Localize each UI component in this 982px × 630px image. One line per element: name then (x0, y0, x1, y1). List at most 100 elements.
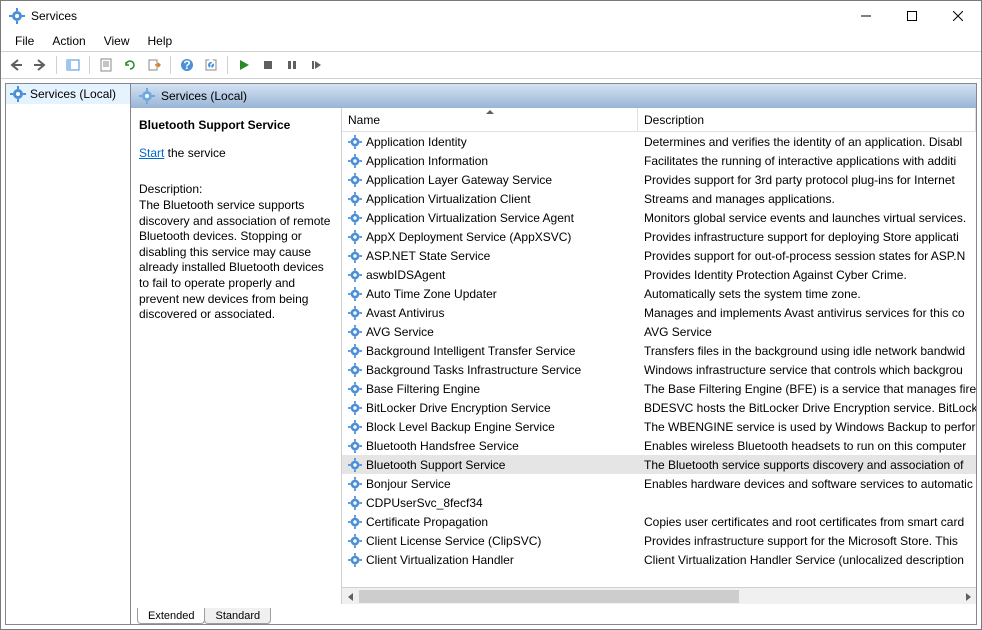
service-name-cell: Client Virtualization Handler (342, 553, 638, 567)
service-row[interactable]: Base Filtering EngineThe Base Filtering … (342, 379, 976, 398)
menu-view[interactable]: View (96, 32, 138, 50)
maximize-button[interactable] (889, 1, 935, 31)
service-row[interactable]: Block Level Backup Engine ServiceThe WBE… (342, 417, 976, 436)
description-text: The Bluetooth service supports discovery… (139, 198, 333, 323)
scroll-right-button[interactable] (959, 588, 976, 604)
service-row[interactable]: AVG ServiceAVG Service (342, 322, 976, 341)
service-row[interactable]: Certificate PropagationCopies user certi… (342, 512, 976, 531)
service-list: Name Description Application IdentityDet… (341, 108, 976, 604)
service-desc-cell: Facilitates the running of interactive a… (638, 154, 976, 168)
scroll-thumb[interactable] (359, 590, 739, 603)
service-name-cell: Bonjour Service (342, 477, 638, 491)
horizontal-scrollbar[interactable] (342, 587, 976, 604)
export-list-button[interactable] (143, 54, 165, 76)
service-desc-cell: Streams and manages applications. (638, 192, 976, 206)
service-name-cell: Base Filtering Engine (342, 382, 638, 396)
service-name-cell: Application Identity (342, 135, 638, 149)
service-row[interactable]: Bluetooth Support ServiceThe Bluetooth s… (342, 455, 976, 474)
start-service-link[interactable]: Start (139, 146, 164, 160)
service-name-cell: Bluetooth Handsfree Service (342, 439, 638, 453)
service-desc-cell: Monitors global service events and launc… (638, 211, 976, 225)
detail-pane: Bluetooth Support Service Start the serv… (131, 108, 341, 604)
service-row[interactable]: Avast AntivirusManages and implements Av… (342, 303, 976, 322)
service-name-cell: Block Level Backup Engine Service (342, 420, 638, 434)
service-name-cell: aswbIDSAgent (342, 268, 638, 282)
tab-extended[interactable]: Extended (137, 608, 205, 624)
menubar: File Action View Help (1, 31, 981, 51)
minimize-button[interactable] (843, 1, 889, 31)
start-service-rest: the service (164, 146, 225, 160)
start-service-line: Start the service (139, 146, 333, 160)
nav-label: Services (Local) (30, 87, 116, 101)
menu-file[interactable]: File (7, 32, 42, 50)
column-description[interactable]: Description (638, 108, 976, 131)
service-row[interactable]: Bluetooth Handsfree ServiceEnables wirel… (342, 436, 976, 455)
scroll-left-button[interactable] (342, 588, 359, 604)
service-desc-cell: The Base Filtering Engine (BFE) is a ser… (638, 382, 976, 396)
service-desc-cell: Provides infrastructure support for depl… (638, 230, 976, 244)
services-icon (139, 88, 155, 104)
service-row[interactable]: Bonjour ServiceEnables hardware devices … (342, 474, 976, 493)
service-row[interactable]: Application InformationFacilitates the r… (342, 151, 976, 170)
service-row[interactable]: Background Tasks Infrastructure ServiceW… (342, 360, 976, 379)
service-row[interactable]: Application Layer Gateway ServiceProvide… (342, 170, 976, 189)
service-desc-cell: Manages and implements Avast antivirus s… (638, 306, 976, 320)
service-desc-cell: Transfers files in the background using … (638, 344, 976, 358)
service-row[interactable]: BitLocker Drive Encryption ServiceBDESVC… (342, 398, 976, 417)
list-body[interactable]: Application IdentityDetermines and verif… (342, 132, 976, 587)
service-row[interactable]: Client License Service (ClipSVC)Provides… (342, 531, 976, 550)
service-desc-cell: AVG Service (638, 325, 976, 339)
properties-button[interactable] (95, 54, 117, 76)
description-label: Description: (139, 182, 333, 196)
service-row[interactable]: Application Virtualization Service Agent… (342, 208, 976, 227)
pause-service-button[interactable] (281, 54, 303, 76)
service-name-cell: AppX Deployment Service (AppXSVC) (342, 230, 638, 244)
back-button[interactable] (5, 54, 27, 76)
help-button[interactable]: ? (176, 54, 198, 76)
service-name-cell: Background Intelligent Transfer Service (342, 344, 638, 358)
main-area: Services (Local) Services (Local) Blueto… (1, 79, 981, 629)
titlebar: Services (1, 1, 981, 31)
refresh-button[interactable] (119, 54, 141, 76)
service-desc-cell: The WBENGINE service is used by Windows … (638, 420, 976, 434)
service-name-cell: AVG Service (342, 325, 638, 339)
service-row[interactable]: Auto Time Zone UpdaterAutomatically sets… (342, 284, 976, 303)
window-title: Services (31, 9, 843, 23)
service-desc-cell: Enables hardware devices and software se… (638, 477, 976, 491)
stop-service-button[interactable] (257, 54, 279, 76)
svg-text:?: ? (183, 58, 190, 72)
nav-tree[interactable]: Services (Local) (5, 83, 131, 625)
service-row[interactable]: Application Virtualization ClientStreams… (342, 189, 976, 208)
service-row[interactable]: aswbIDSAgentProvides Identity Protection… (342, 265, 976, 284)
show-hide-tree-button[interactable] (62, 54, 84, 76)
menu-help[interactable]: Help (140, 32, 181, 50)
forward-button[interactable] (29, 54, 51, 76)
service-desc-cell: Provides Identity Protection Against Cyb… (638, 268, 976, 282)
service-row[interactable]: Application IdentityDetermines and verif… (342, 132, 976, 151)
service-name-cell: Auto Time Zone Updater (342, 287, 638, 301)
service-name-cell: Certificate Propagation (342, 515, 638, 529)
service-name-cell: Client License Service (ClipSVC) (342, 534, 638, 548)
service-name-cell: Application Information (342, 154, 638, 168)
service-row[interactable]: CDPUserSvc_8fecf34 (342, 493, 976, 512)
service-row[interactable]: ASP.NET State ServiceProvides support fo… (342, 246, 976, 265)
service-name-cell: Application Virtualization Client (342, 192, 638, 206)
service-row[interactable]: AppX Deployment Service (AppXSVC)Provide… (342, 227, 976, 246)
content-body: Bluetooth Support Service Start the serv… (131, 108, 976, 604)
service-name-cell: Background Tasks Infrastructure Service (342, 363, 638, 377)
help-topics-button[interactable]: ? (200, 54, 222, 76)
menu-action[interactable]: Action (44, 32, 93, 50)
service-row[interactable]: Background Intelligent Transfer ServiceT… (342, 341, 976, 360)
service-name-cell: ASP.NET State Service (342, 249, 638, 263)
service-desc-cell: Automatically sets the system time zone. (638, 287, 976, 301)
close-button[interactable] (935, 1, 981, 31)
service-desc-cell: Provides support for 3rd party protocol … (638, 173, 976, 187)
start-service-button[interactable] (233, 54, 255, 76)
service-desc-cell: Copies user certificates and root certif… (638, 515, 976, 529)
nav-services-local[interactable]: Services (Local) (6, 84, 130, 104)
service-row[interactable]: Client Virtualization HandlerClient Virt… (342, 550, 976, 569)
service-name-cell: Avast Antivirus (342, 306, 638, 320)
restart-service-button[interactable] (305, 54, 327, 76)
column-name[interactable]: Name (342, 108, 638, 131)
tab-standard[interactable]: Standard (204, 608, 271, 624)
